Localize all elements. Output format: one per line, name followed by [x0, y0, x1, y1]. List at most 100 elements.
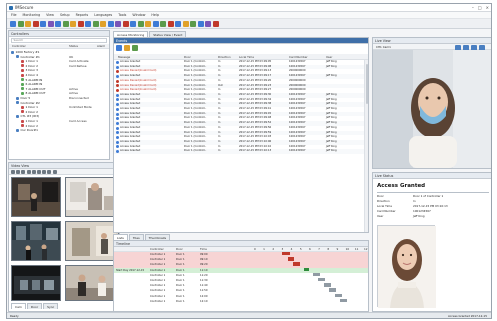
- info-icon[interactable]: [212, 20, 219, 27]
- controller-icon: [16, 101, 19, 105]
- door-icon: [21, 119, 24, 123]
- close-button[interactable]: ×: [486, 5, 489, 10]
- alarm-icon[interactable]: [77, 20, 84, 27]
- menu-item-setup[interactable]: Setup: [60, 13, 70, 17]
- timeline-event-bar[interactable]: [323, 283, 331, 287]
- menu-item-view[interactable]: View: [46, 13, 54, 17]
- monitor-icon[interactable]: [40, 20, 46, 27]
- play-icon[interactable]: [31, 169, 36, 174]
- tree-item[interactable]: Our Door#1: [9, 128, 109, 133]
- stop-icon[interactable]: [42, 169, 47, 174]
- timeline-event-bar[interactable]: [334, 293, 342, 297]
- refresh-icon[interactable]: [130, 20, 136, 27]
- camera-tile-1[interactable]: [11, 177, 61, 217]
- refresh-icon[interactable]: [132, 45, 138, 51]
- menu-item-tools[interactable]: Tools: [118, 13, 126, 17]
- filter-icon[interactable]: [116, 45, 122, 51]
- layout-1-icon[interactable]: [11, 169, 15, 174]
- event-msg: Access Granted: [120, 149, 141, 153]
- controllers-search-input[interactable]: Search: [11, 38, 107, 43]
- column-controller[interactable]: Controller: [12, 44, 26, 49]
- sync-icon[interactable]: [197, 20, 204, 27]
- status-text: Ready: [10, 314, 19, 318]
- event-user: Jeff King: [326, 149, 337, 153]
- chart-icon[interactable]: [182, 20, 189, 27]
- timeline-event-bar[interactable]: [312, 272, 320, 277]
- camera-tile-6[interactable]: [65, 265, 119, 301]
- search-icon[interactable]: [152, 20, 159, 27]
- controllers-column-header: Controller Status Alarm: [9, 44, 109, 49]
- access-granted-icon: [116, 74, 119, 78]
- tree-item-label: 5 ALARM IN: [25, 77, 43, 82]
- events-scrollbar[interactable]: [364, 60, 368, 232]
- events-scroll-thumb[interactable]: [365, 64, 368, 104]
- map-icon[interactable]: [190, 20, 196, 27]
- layout-16-icon[interactable]: [26, 169, 31, 174]
- access-granted-icon: [116, 140, 119, 144]
- menu-item-help[interactable]: Help: [151, 13, 159, 17]
- pause-icon[interactable]: [36, 169, 41, 174]
- stop-icon[interactable]: [32, 20, 39, 27]
- camera-tile-2[interactable]: [65, 177, 119, 217]
- detail-label: User: [377, 214, 384, 218]
- access-denied-icon: [116, 89, 119, 93]
- report-icon[interactable]: [100, 20, 106, 27]
- new-icon[interactable]: [10, 20, 16, 27]
- door-icon[interactable]: [55, 20, 61, 27]
- camera-tile-5[interactable]: [11, 265, 61, 301]
- timeline-event-bar[interactable]: [340, 298, 348, 303]
- settings-icon[interactable]: [115, 20, 121, 27]
- save-icon[interactable]: [25, 20, 31, 27]
- menu-item-file[interactable]: File: [11, 13, 17, 17]
- tab-sync[interactable]: Sync: [43, 303, 59, 309]
- door-icon: [21, 82, 24, 86]
- tree-item-label: 3 Door 3: [25, 68, 38, 73]
- detail-value: 2017-12-15 PM 03:10:13: [413, 204, 448, 208]
- add-icon[interactable]: [160, 20, 166, 27]
- timeline-event-bar[interactable]: [304, 267, 309, 271]
- timeline-event-bar[interactable]: [287, 257, 295, 261]
- menu-item-reports[interactable]: Reports: [76, 13, 89, 17]
- print-icon[interactable]: [145, 20, 151, 27]
- controllers-panel: Controllers Search Controller Status Ala…: [8, 30, 110, 160]
- camera-icon[interactable]: [107, 20, 114, 27]
- pin-icon[interactable]: [124, 45, 130, 51]
- snapshot-icon[interactable]: [47, 169, 52, 174]
- camera-tile-4[interactable]: [65, 221, 119, 261]
- remove-icon[interactable]: [167, 20, 174, 27]
- filter-icon[interactable]: [175, 20, 181, 27]
- lock-icon[interactable]: [70, 20, 76, 27]
- unlock-icon[interactable]: [62, 20, 69, 27]
- maximize-button[interactable]: □: [478, 5, 482, 10]
- menu-item-window[interactable]: Window: [132, 13, 145, 17]
- menu-item-monitoring[interactable]: Monitoring: [23, 13, 41, 17]
- timeline-event-bar[interactable]: [329, 288, 337, 292]
- access-granted-icon: [116, 103, 119, 107]
- timeline-event-bar[interactable]: [281, 252, 290, 256]
- tab-door[interactable]: Door: [26, 303, 43, 309]
- users-icon[interactable]: [47, 20, 54, 27]
- schedule-icon[interactable]: [92, 20, 99, 27]
- timeline-event-bar[interactable]: [293, 262, 300, 266]
- timeline-event-bar[interactable]: [318, 278, 326, 282]
- controller-icon[interactable]: [85, 20, 91, 27]
- video-bottom-tabs: Cam Door Sync: [11, 303, 59, 309]
- column-alarm[interactable]: Alarm: [97, 44, 105, 49]
- controller-icon: [16, 128, 19, 132]
- fullscreen-icon[interactable]: [52, 169, 57, 174]
- delete-icon[interactable]: [122, 20, 129, 27]
- menu-item-languages[interactable]: Languages: [94, 13, 112, 17]
- controller-icon: [16, 55, 19, 59]
- event-row[interactable]: Access Granted Door 1 (Controll.. In 2017-1…: [114, 149, 368, 154]
- export-icon[interactable]: [137, 20, 144, 27]
- minimize-button[interactable]: –: [472, 5, 474, 10]
- layout-9-icon[interactable]: [21, 169, 26, 174]
- app-window: IMSecure – □ × File Monitoring View Setup Re…: [6, 3, 492, 319]
- camera-tile-3[interactable]: [11, 221, 61, 261]
- open-icon[interactable]: [17, 20, 24, 27]
- layout-4-icon[interactable]: [16, 169, 21, 174]
- tab-cam[interactable]: Cam: [11, 303, 26, 309]
- help-icon[interactable]: [205, 20, 211, 27]
- timeline-row[interactable]: Controller 1 Door 1 12:10: [114, 298, 368, 304]
- column-status[interactable]: Status: [69, 44, 78, 49]
